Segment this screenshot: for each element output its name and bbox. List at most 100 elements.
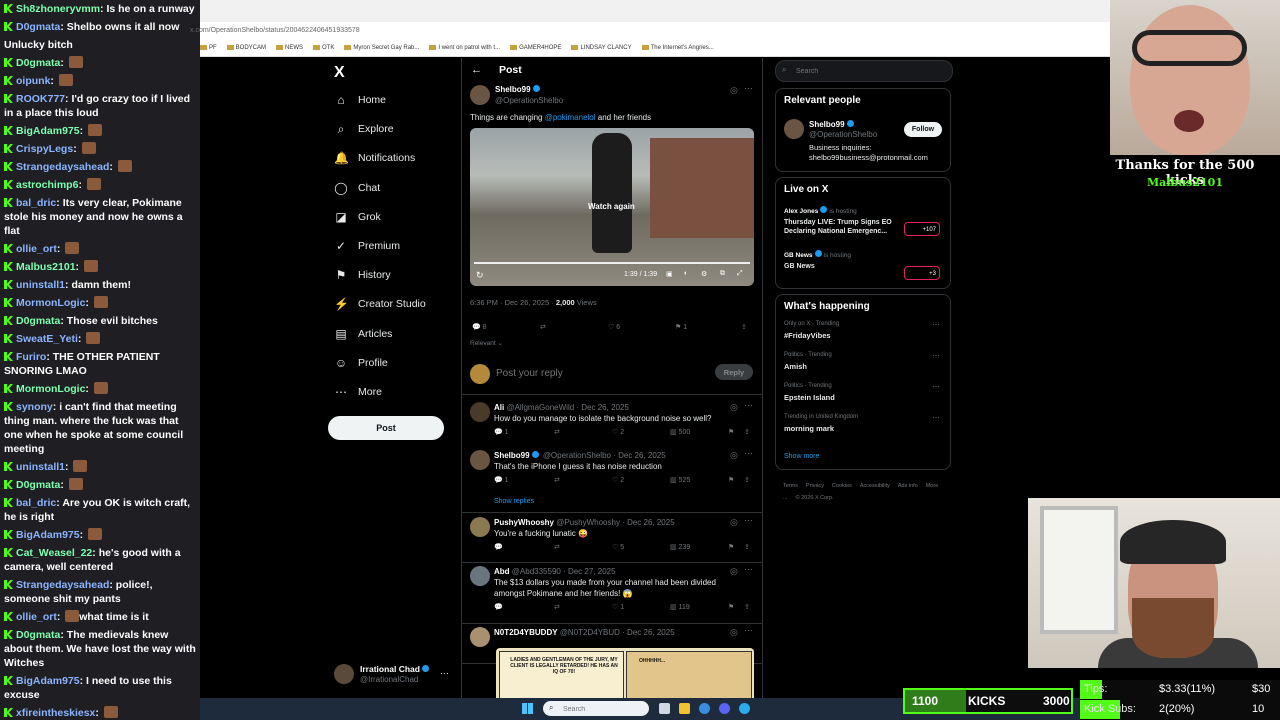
video-progress-bar[interactable] [474, 262, 750, 264]
windows-start-icon[interactable] [522, 703, 533, 714]
sort-dropdown[interactable]: Relevant ⌄ [470, 339, 503, 347]
grok-icon[interactable]: ◎ [730, 517, 738, 528]
reply-item[interactable]: PushyWhooshy @PushyWhooshy · Dec 26, 202… [462, 513, 762, 563]
bookmark-item[interactable]: NEWS [276, 45, 303, 51]
chat-username[interactable]: Sh8zhoneryvmm [16, 3, 100, 15]
chat-username[interactable]: MormonLogic [16, 383, 85, 395]
share-icon[interactable]: ⇪ [744, 428, 750, 436]
bookmark-item[interactable]: I went on patrol with t... [429, 45, 500, 51]
more-options-icon[interactable]: ⋯ [744, 564, 753, 575]
bookmark-item[interactable]: BODYCAM [227, 45, 266, 51]
nav-item-explore[interactable]: ⌕ Explore [334, 118, 394, 140]
live-listener-badge[interactable]: +107 [904, 222, 940, 236]
follow-button[interactable]: Follow [904, 122, 942, 137]
person-bio-line2[interactable]: shelbo99business@protonmail.com [809, 153, 928, 162]
bookmark-icon[interactable]: ⚑ [728, 476, 734, 484]
reply-author[interactable]: Ali @AllgmaGoneWild · Dec 26, 2025 [494, 403, 629, 412]
trend-item[interactable]: morning mark [784, 424, 834, 433]
repost-icon[interactable]: ⇄ [554, 428, 560, 436]
repost-icon[interactable]: ⇄ [554, 543, 560, 551]
taskbar-search[interactable]: ⌕ [543, 701, 649, 716]
avatar[interactable] [470, 566, 490, 586]
grok-icon[interactable]: ◎ [730, 566, 738, 577]
more-options-icon[interactable]: ⋯ [932, 382, 940, 391]
chat-username[interactable]: Cat_Weasel_22 [16, 547, 92, 559]
nav-item-premium[interactable]: ✓ Premium [334, 235, 400, 257]
person-name[interactable]: Shelbo99 [809, 120, 856, 129]
more-options-icon[interactable]: ⋯ [744, 400, 753, 411]
author-avatar[interactable] [470, 85, 490, 105]
chrome-icon[interactable] [699, 703, 710, 714]
chat-username[interactable]: MormonLogic [16, 297, 85, 309]
author-name[interactable]: Shelbo99 [495, 85, 542, 94]
like-icon[interactable]: ♡ 6 [608, 323, 620, 331]
bookmark-icon[interactable]: ⚑ [728, 603, 734, 611]
footer-link[interactable]: © 2026 X Corp. [796, 495, 834, 501]
views-icon[interactable]: ▥ 500 [670, 428, 690, 436]
captions-icon[interactable]: ▣ [666, 270, 673, 278]
bookmark-item[interactable]: PF [200, 45, 217, 51]
trend-item[interactable]: Amish [784, 362, 807, 371]
nav-item-profile[interactable]: ☺ Profile [334, 352, 388, 374]
reply-author[interactable]: PushyWhooshy @PushyWhooshy · Dec 26, 202… [494, 518, 675, 527]
avatar[interactable] [470, 450, 490, 470]
footer-link[interactable]: Cookies [832, 483, 852, 489]
footer-link[interactable]: Terms [783, 483, 798, 489]
account-switcher[interactable]: Irrational Chad @IrrationalChad ⋯ [334, 662, 454, 688]
bookmark-item[interactable]: Myron Secret Gay Rab... [344, 45, 419, 51]
avatar[interactable] [784, 119, 804, 139]
chat-username[interactable]: uninstall1 [16, 461, 65, 473]
avatar[interactable] [470, 627, 490, 647]
footer-link[interactable]: Accessibility [860, 483, 890, 489]
more-icon[interactable]: ⋯ [440, 668, 449, 679]
nav-item-articles[interactable]: ▤ Articles [334, 323, 392, 345]
reply-icon[interactable]: 💬 8 [472, 323, 487, 331]
live-host[interactable]: Alex Jones is hosting [784, 206, 857, 215]
author-handle[interactable]: @OperationShelbo [495, 96, 563, 105]
popout-icon[interactable]: ⧉ [720, 270, 725, 278]
replay-icon[interactable]: ↻ [476, 270, 484, 281]
url-text[interactable]: x.com/OperationShelbo/status/20046224064… [190, 22, 360, 40]
more-options-icon[interactable]: ⋯ [744, 83, 753, 94]
reply-icon[interactable]: 💬 [494, 603, 503, 611]
reply-author[interactable]: N0T2D4YBUDDY @N0T2D4YBUD · Dec 26, 2025 [494, 628, 675, 637]
bookmark-item[interactable]: LINDSAY CLANCY [571, 45, 631, 51]
more-options-icon[interactable]: ⋯ [744, 625, 753, 636]
chat-username[interactable]: D0gmata [16, 21, 60, 33]
chat-username[interactable]: BigAdam975 [16, 125, 80, 137]
grok-icon[interactable]: ◎ [730, 402, 738, 413]
nav-item-chat[interactable]: ◯ Chat [334, 177, 380, 199]
search-box[interactable]: ⌕ [775, 60, 953, 82]
volume-icon[interactable]: ◖ [683, 270, 687, 277]
chat-username[interactable]: SweatE_Yeti [16, 333, 78, 345]
telegram-icon[interactable] [739, 703, 750, 714]
chat-username[interactable]: Furiro [16, 351, 46, 363]
bookmark-item[interactable]: GAMER4HOPE [510, 45, 561, 51]
views-icon[interactable]: ▥ 239 [670, 543, 690, 551]
chat-username[interactable]: BigAdam975 [16, 529, 80, 541]
views-icon[interactable]: ▥ 119 [670, 603, 690, 611]
nav-item-grok[interactable]: ◪ Grok [334, 206, 380, 228]
post-button[interactable]: Post [328, 416, 444, 440]
share-icon[interactable]: ⇪ [744, 543, 750, 551]
bookmark-icon[interactable]: ⚑ 1 [675, 323, 687, 331]
show-more-link[interactable]: Show more [784, 453, 819, 460]
nav-item-home[interactable]: ⌂ Home [334, 89, 386, 111]
bookmark-icon[interactable]: ⚑ [728, 428, 734, 436]
nav-item-history[interactable]: ⚑ History [334, 264, 391, 286]
live-title[interactable]: GB News [784, 262, 902, 271]
live-listener-badge[interactable]: +3 [904, 266, 940, 280]
grok-icon[interactable]: ◎ [730, 627, 738, 638]
reply-author[interactable]: Shelbo99 @OperationShelbo · Dec 26, 2025 [494, 451, 666, 460]
chat-username[interactable]: Strangedaysahead [16, 161, 109, 173]
chat-username[interactable]: oipunk [16, 75, 50, 87]
chat-username[interactable]: astrochimp6 [16, 179, 78, 191]
chat-username[interactable]: D0gmata [16, 57, 60, 69]
chat-username[interactable]: CrispyLegs [16, 143, 73, 155]
like-icon[interactable]: ♡ 5 [612, 543, 624, 551]
fullscreen-icon[interactable]: ⤢ [737, 270, 743, 278]
more-options-icon[interactable]: ⋯ [744, 448, 753, 459]
bookmark-icon[interactable]: ⚑ [728, 543, 734, 551]
share-icon[interactable]: ⇪ [744, 603, 750, 611]
nav-item-more[interactable]: ⋯ More [334, 381, 382, 403]
